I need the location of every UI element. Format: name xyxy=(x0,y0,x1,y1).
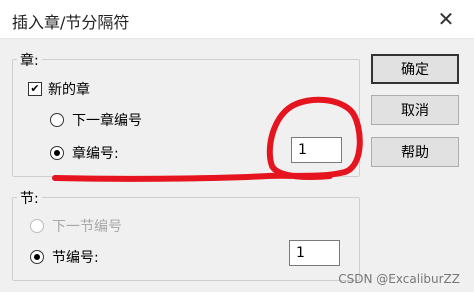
red-annotation-loop xyxy=(52,96,363,182)
